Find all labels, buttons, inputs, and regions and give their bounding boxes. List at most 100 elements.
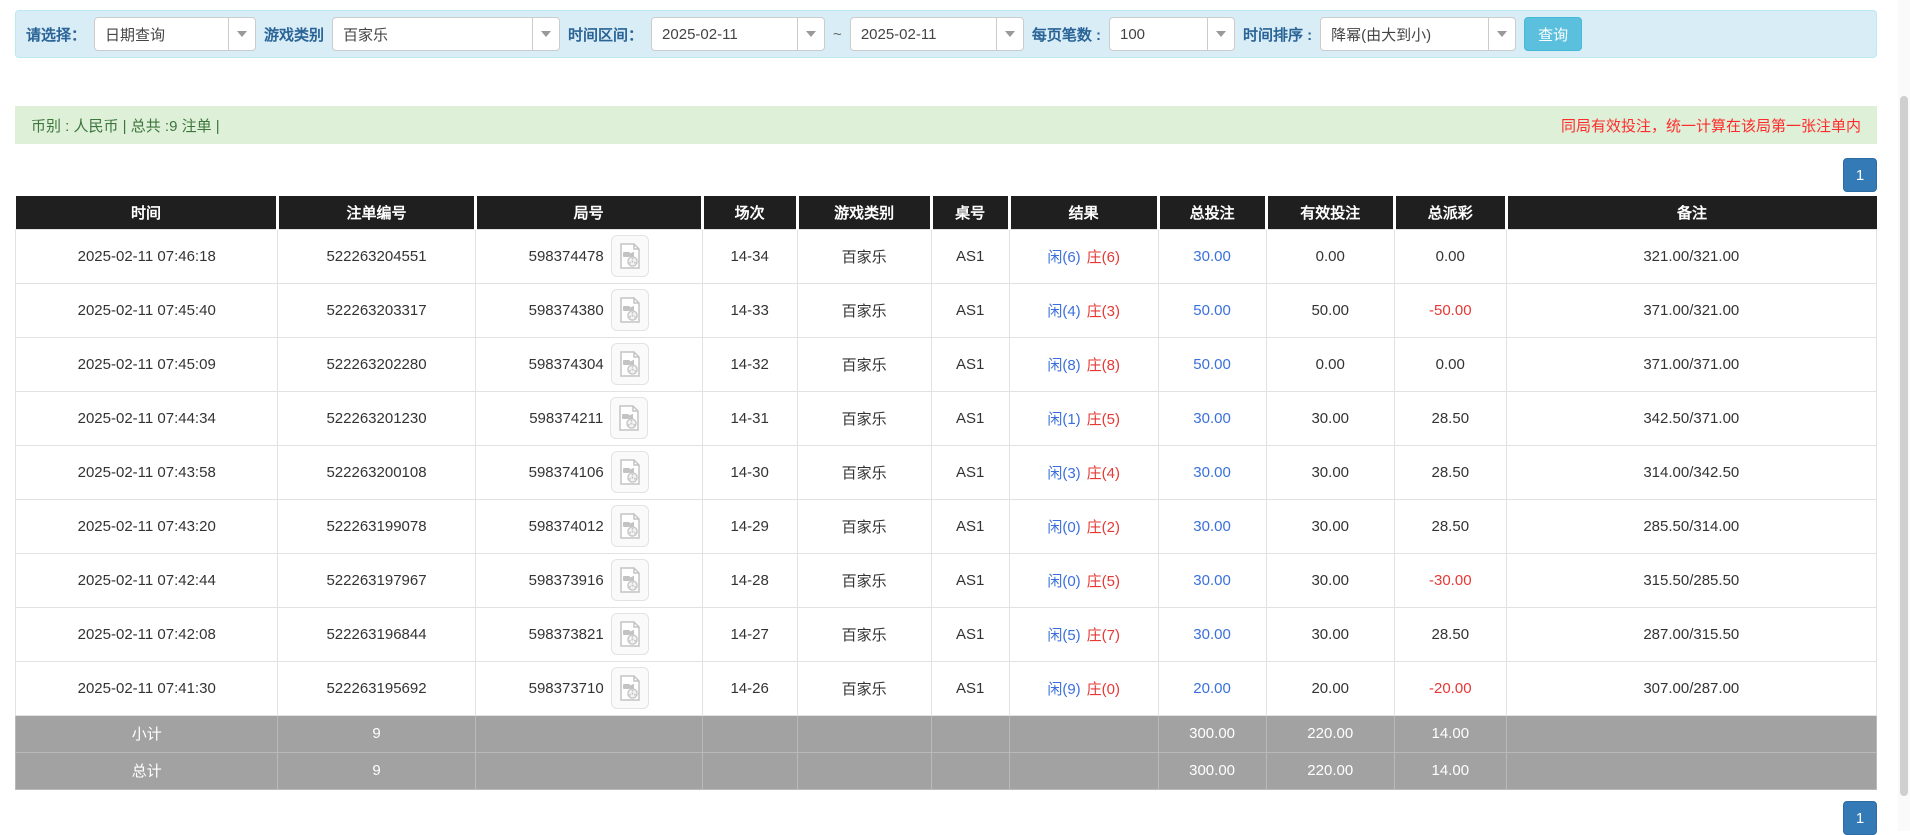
video-replay-button[interactable] xyxy=(610,613,649,655)
page-1-button[interactable]: 1 xyxy=(1843,801,1877,835)
video-replay-button[interactable] xyxy=(610,451,649,493)
query-type-select[interactable]: 日期查询 xyxy=(94,17,257,51)
video-file-icon xyxy=(619,675,640,701)
valid-bet-cell: 30.00 xyxy=(1265,606,1395,662)
result-banker: 庄(5) xyxy=(1086,572,1121,590)
table-number-cell: AS1 xyxy=(930,444,1010,500)
valid-bet-cell: 0.00 xyxy=(1265,336,1395,392)
game-category-label: 游戏类别 xyxy=(264,26,325,44)
round-number: 598374380 xyxy=(528,301,604,319)
column-header: 桌号 xyxy=(929,196,1010,229)
column-header: 总投注 xyxy=(1156,196,1267,229)
totals-total-bet: 300.00 xyxy=(1157,714,1267,753)
pagination-bottom: 1 xyxy=(1843,801,1877,835)
remark-cell: 315.50/285.50 xyxy=(1505,552,1878,608)
video-file-icon xyxy=(619,567,640,593)
date-from-select[interactable]: 2025-02-11 xyxy=(651,17,826,51)
column-header: 时间 xyxy=(15,196,278,229)
round-number-cell: 598374304 xyxy=(474,336,703,392)
table-row: 2025-02-11 07:44:34 522263201230 5983742… xyxy=(14,390,1878,446)
valid-bet-cell: 30.00 xyxy=(1265,552,1395,608)
time-range-label: 时间区间： xyxy=(568,26,644,44)
round-number-cell: 598374380 xyxy=(474,282,703,338)
round-number: 598373916 xyxy=(528,571,604,589)
video-replay-button[interactable] xyxy=(610,505,649,547)
round-number-cell: 598373710 xyxy=(474,660,703,716)
query-button[interactable]: 查询 xyxy=(1524,17,1583,51)
video-replay-button[interactable] xyxy=(610,397,649,439)
session-cell: 14-30 xyxy=(701,444,798,500)
result-player: 闲(0) xyxy=(1047,518,1081,536)
video-file-icon xyxy=(619,621,640,647)
round-number: 598373821 xyxy=(528,625,604,643)
video-replay-button[interactable] xyxy=(610,559,649,601)
column-header: 结果 xyxy=(1007,196,1159,229)
round-number: 598374211 xyxy=(529,409,604,427)
result-player: 闲(0) xyxy=(1047,572,1081,590)
table-number-cell: AS1 xyxy=(930,660,1010,716)
video-replay-button[interactable] xyxy=(610,667,649,709)
result-banker: 庄(4) xyxy=(1086,464,1121,482)
totals-label: 小计 xyxy=(14,714,279,753)
round-number-cell: 598373916 xyxy=(474,552,703,608)
payout-cell: -20.00 xyxy=(1393,660,1507,716)
result-player: 闲(4) xyxy=(1047,302,1081,320)
total-bet-cell: 30.00 xyxy=(1157,498,1267,554)
valid-bet-cell: 0.00 xyxy=(1265,228,1395,284)
round-number: 598373710 xyxy=(528,679,604,697)
chevron-down-icon xyxy=(797,18,824,50)
result-banker: 庄(0) xyxy=(1086,680,1121,698)
totals-total-bet: 300.00 xyxy=(1157,751,1267,790)
valid-bet-note: 同局有效投注，统一计算在该局第一张注单内 xyxy=(1560,117,1861,135)
result-cell: 闲(8) 庄(8) xyxy=(1008,336,1159,392)
page-size-value: 100 xyxy=(1119,25,1146,43)
total-bet-cell: 20.00 xyxy=(1157,660,1267,716)
chevron-down-icon xyxy=(532,18,559,50)
sort-select[interactable]: 降幂(由大到小) xyxy=(1320,17,1517,51)
query-type-value: 日期查询 xyxy=(105,26,166,44)
result-banker: 庄(7) xyxy=(1086,626,1121,644)
video-replay-button[interactable] xyxy=(610,289,649,331)
date-to-select[interactable]: 2025-02-11 xyxy=(849,17,1024,51)
table-number-cell: AS1 xyxy=(930,228,1010,284)
video-file-icon xyxy=(619,351,640,377)
payout-cell: 28.50 xyxy=(1393,390,1507,446)
game-category-cell: 百家乐 xyxy=(796,444,932,500)
time-cell: 2025-02-11 07:45:09 xyxy=(14,336,279,392)
result-player: 闲(9) xyxy=(1047,680,1081,698)
session-cell: 14-28 xyxy=(701,552,798,608)
time-cell: 2025-02-11 07:43:20 xyxy=(14,498,279,554)
game-category-cell: 百家乐 xyxy=(796,552,932,608)
page-size-select[interactable]: 100 xyxy=(1108,17,1235,51)
remark-cell: 371.00/371.00 xyxy=(1505,336,1878,392)
round-number: 598374304 xyxy=(528,355,604,373)
remark-cell: 371.00/321.00 xyxy=(1505,282,1878,338)
round-number-cell: 598374211 xyxy=(474,390,703,446)
time-cell: 2025-02-11 07:42:44 xyxy=(14,552,279,608)
date-from-value: 2025-02-11 xyxy=(662,25,738,43)
table-row: 2025-02-11 07:43:20 522263199078 5983740… xyxy=(14,498,1878,554)
chevron-down-icon xyxy=(995,18,1023,50)
chevron-down-icon xyxy=(1488,18,1515,50)
game-category-select[interactable]: 百家乐 xyxy=(332,17,561,51)
time-cell: 2025-02-11 07:45:40 xyxy=(14,282,279,338)
game-category-cell: 百家乐 xyxy=(796,336,932,392)
payout-cell: 0.00 xyxy=(1393,228,1507,284)
result-banker: 庄(6) xyxy=(1086,248,1121,266)
page-size-label: 每页笔数 : xyxy=(1031,26,1101,44)
video-replay-button[interactable] xyxy=(610,235,649,277)
scrollbar-thumb[interactable] xyxy=(1900,96,1908,796)
video-replay-button[interactable] xyxy=(610,343,649,385)
table-row: 2025-02-11 07:43:58 522263200108 5983741… xyxy=(14,444,1878,500)
table-row: 2025-02-11 07:42:08 522263196844 5983738… xyxy=(14,606,1878,662)
time-cell: 2025-02-11 07:41:30 xyxy=(14,660,279,716)
page-1-button[interactable]: 1 xyxy=(1843,158,1877,192)
bet-number-cell: 522263197967 xyxy=(277,552,476,608)
session-cell: 14-33 xyxy=(701,282,798,338)
filter-bar: 请选择： 日期查询 游戏类别 百家乐 时间区间： 2025-02-11 ~ 20… xyxy=(15,10,1877,58)
column-header: 场次 xyxy=(700,196,798,229)
bet-number-cell: 522263201230 xyxy=(277,390,476,446)
result-cell: 闲(4) 庄(3) xyxy=(1008,282,1159,338)
result-player: 闲(3) xyxy=(1047,464,1081,482)
round-number: 598374106 xyxy=(528,463,604,481)
